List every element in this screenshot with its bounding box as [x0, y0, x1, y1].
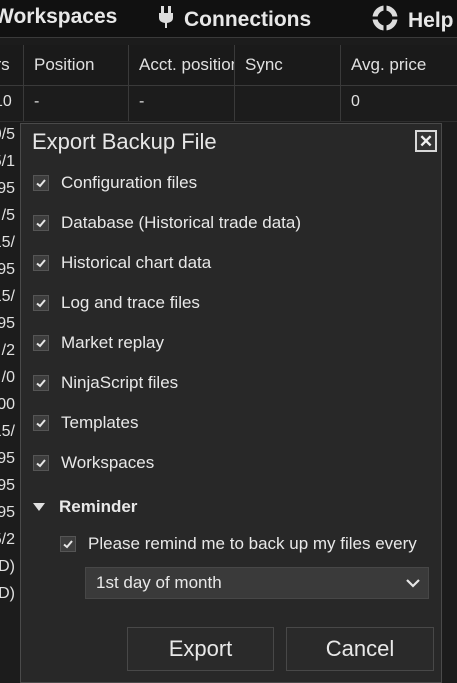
menu-workspaces-label: Workspaces: [0, 5, 118, 28]
checkmark-icon: [36, 179, 46, 188]
option-checkbox[interactable]: [33, 175, 49, 191]
option-row[interactable]: NinjaScript files: [33, 372, 178, 394]
reminder-section-label: Reminder: [59, 497, 138, 516]
left-column-cell: 95: [0, 180, 15, 197]
reminder-checkbox-row[interactable]: Please remind me to back up my files eve…: [60, 533, 417, 555]
chevron-down-icon: [404, 574, 422, 597]
option-checkbox[interactable]: [33, 455, 49, 471]
cell-orders: 10: [0, 93, 12, 110]
option-checkbox[interactable]: [33, 215, 49, 231]
option-checkbox[interactable]: [33, 255, 49, 271]
option-checkbox[interactable]: [33, 295, 49, 311]
option-row[interactable]: Log and trace files: [33, 292, 200, 314]
reminder-checkbox-label: Please remind me to back up my files eve…: [88, 534, 417, 553]
left-column-cell: /15: [0, 234, 15, 251]
left-column-cell: (D: [0, 585, 15, 602]
option-row[interactable]: Configuration files: [33, 172, 197, 194]
left-column-cell: 5/2: [0, 531, 15, 548]
column-header-position[interactable]: Position: [23, 45, 128, 85]
left-column-cell: /15: [0, 423, 15, 440]
left-column-cell: 95: [0, 504, 15, 521]
export-button[interactable]: Export: [127, 627, 274, 671]
reminder-frequency-select[interactable]: 1st day of month: [85, 567, 429, 599]
left-column-cell: 5/: [1, 207, 15, 224]
left-column-cell: 95: [0, 450, 15, 467]
left-column-cell: 95: [0, 315, 15, 332]
column-header-sync[interactable]: Sync: [234, 45, 340, 85]
option-label: Log and trace files: [61, 293, 200, 312]
menu-bar: Workspaces Connections Help: [0, 0, 457, 38]
option-label: Database (Historical trade data): [61, 213, 302, 232]
left-column-values: 0/5 5/1 95 5/ /15 95/15 95 2/0/00/15 95 95 95 5/2 (D…: [0, 121, 20, 667]
triangle-down-icon: [33, 503, 45, 511]
checkmark-icon: [36, 419, 46, 428]
left-column-cell: (D: [0, 558, 15, 575]
column-header-avg-price[interactable]: Avg. price: [340, 45, 457, 85]
checkmark-icon: [36, 259, 46, 268]
option-checkbox[interactable]: [33, 415, 49, 431]
table-row[interactable]: 10 - - 0: [0, 85, 457, 122]
menu-connections-label: Connections: [184, 8, 312, 31]
column-header-orders[interactable]: ers: [0, 45, 24, 85]
plug-icon: [158, 5, 174, 35]
left-column-cell: 5/1: [0, 153, 15, 170]
menu-help[interactable]: Help: [372, 5, 454, 37]
option-label: Historical chart data: [61, 253, 212, 272]
left-column-cell: 95: [0, 261, 15, 278]
menu-workspaces[interactable]: Workspaces: [0, 5, 117, 29]
cell-avg-price: 0: [340, 85, 457, 121]
option-label: Templates: [61, 413, 139, 432]
option-checkbox[interactable]: [33, 335, 49, 351]
cell-position: -: [23, 85, 128, 121]
reminder-checkbox[interactable]: [60, 536, 76, 552]
menu-connections[interactable]: Connections: [158, 5, 311, 35]
left-column-cell: 0/5: [0, 126, 15, 143]
option-checkbox[interactable]: [33, 375, 49, 391]
left-column-cell: 0/: [1, 369, 15, 386]
grid-header: ers Position Acct. position Sync Avg. pr…: [0, 45, 457, 86]
checkmark-icon: [63, 540, 73, 549]
option-row[interactable]: Database (Historical trade data): [33, 212, 301, 234]
option-row[interactable]: Historical chart data: [33, 252, 211, 274]
checkmark-icon: [36, 459, 46, 468]
left-column-cell: /15: [0, 288, 15, 305]
reminder-section-toggle[interactable]: Reminder: [33, 497, 137, 517]
lifebuoy-icon: [372, 5, 398, 37]
cell-sync: [234, 85, 340, 121]
option-row[interactable]: Templates: [33, 412, 138, 434]
left-column-cell: 00: [0, 396, 15, 413]
export-backup-dialog: Export Backup File ✕ Configuration files…: [20, 123, 442, 683]
option-label: Workspaces: [61, 453, 155, 472]
checkmark-icon: [36, 219, 46, 228]
cancel-button[interactable]: Cancel: [286, 627, 434, 671]
checkmark-icon: [36, 299, 46, 308]
option-label: NinjaScript files: [61, 373, 179, 392]
close-icon: ✕: [418, 131, 434, 151]
checkmark-icon: [36, 339, 46, 348]
reminder-frequency-value: 1st day of month: [96, 573, 222, 592]
option-label: Market replay: [61, 333, 164, 352]
close-button[interactable]: ✕: [415, 130, 437, 152]
left-column-cell: 95: [0, 477, 15, 494]
option-row[interactable]: Workspaces: [33, 452, 154, 474]
cell-acct-position: -: [128, 85, 234, 121]
option-label: Configuration files: [61, 173, 198, 192]
option-row[interactable]: Market replay: [33, 332, 164, 354]
checkmark-icon: [36, 379, 46, 388]
dialog-title: Export Backup File: [32, 129, 217, 154]
column-header-acct-position[interactable]: Acct. position: [128, 45, 234, 85]
left-column-cell: 2/: [1, 342, 15, 359]
menu-help-label: Help: [408, 9, 454, 32]
